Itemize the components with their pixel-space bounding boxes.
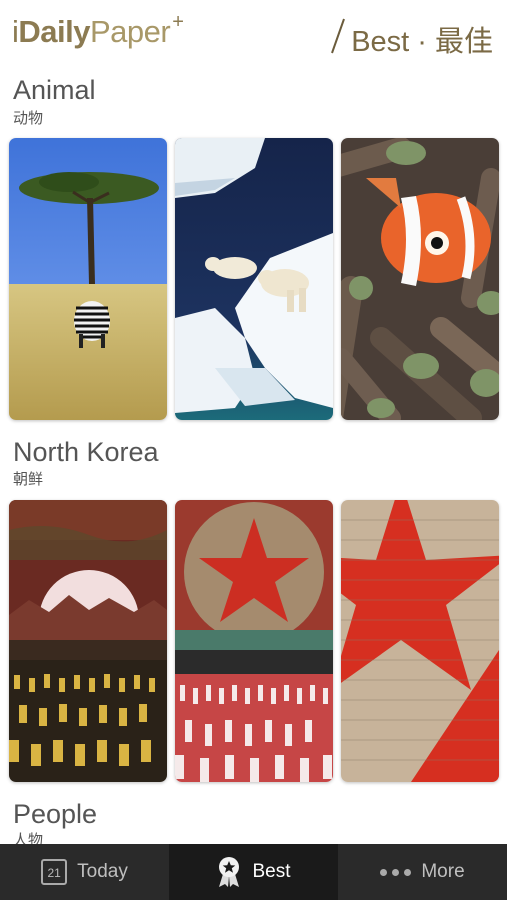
slash-divider-icon — [331, 18, 345, 54]
logo-daily: Daily — [18, 14, 90, 49]
logo-plus: + — [172, 11, 184, 33]
section-title-people: People — [13, 799, 98, 829]
app-header: iDailyPaper + Best · 最佳 — [0, 0, 507, 70]
app-logo: iDailyPaper + — [12, 11, 184, 50]
logo-paper: Paper — [90, 14, 171, 49]
tab-more-label: More — [421, 861, 465, 882]
section-title-north-korea: North Korea — [13, 437, 159, 467]
wallpaper-thumbnail-red-star-crowd[interactable] — [341, 500, 499, 782]
tab-best[interactable]: Best — [169, 844, 338, 900]
tab-more[interactable]: More — [338, 844, 507, 900]
calendar-icon: 21 — [41, 859, 68, 885]
wallpaper-thumbnail-polar-bears[interactable] — [175, 138, 333, 420]
page-title: Best · 最佳 — [351, 26, 493, 58]
wallpaper-thumbnail-clownfish[interactable] — [341, 138, 499, 420]
tab-best-label: Best — [252, 861, 291, 882]
calendar-day-number: 21 — [47, 866, 61, 880]
section-subtitle-animal: 动物 — [13, 109, 44, 127]
wallpaper-thumbnail-red-star-stadium[interactable] — [175, 500, 333, 782]
section-subtitle-north-korea: 朝鲜 — [13, 470, 44, 488]
badge-star-icon — [219, 857, 240, 887]
wallpaper-thumbnail-mass-games-sunrise[interactable] — [9, 500, 167, 782]
section-title-animal: Animal — [13, 75, 96, 105]
tab-today-label: Today — [77, 861, 128, 882]
tab-today[interactable]: 21 Today — [0, 844, 169, 900]
wallpaper-thumbnail-zebra[interactable] — [9, 138, 167, 420]
bottom-tab-bar: 21 Today Best More — [0, 844, 507, 900]
more-dots-icon — [380, 868, 412, 876]
